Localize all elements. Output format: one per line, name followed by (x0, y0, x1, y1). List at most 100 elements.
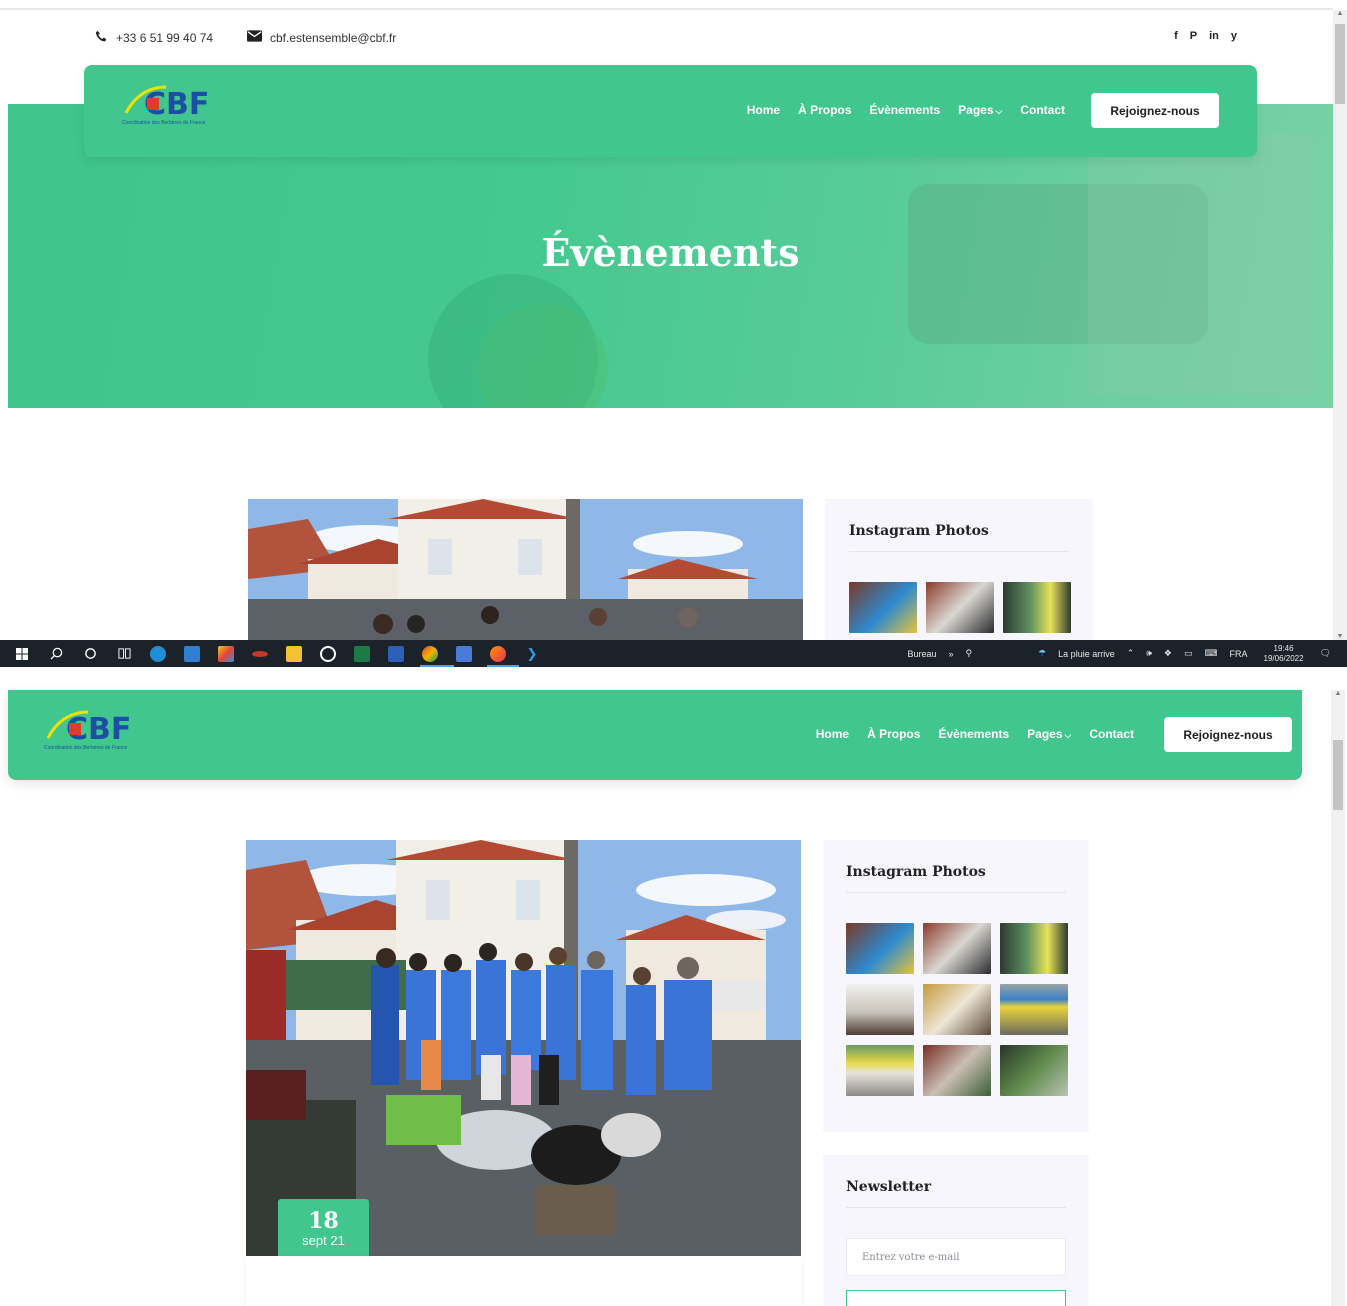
instagram-photo[interactable] (1000, 1045, 1068, 1096)
photos-icon[interactable] (218, 645, 234, 662)
windows-taskbar: ❯ Bureau » ⚲ ☂ La pluie arrive ⌃ 🕪 ❖ ▭ ⌨… (0, 640, 1347, 667)
nav-about[interactable]: À Propos (798, 103, 851, 117)
chevron-down-icon: ⌵ (995, 106, 1003, 116)
email-contact[interactable]: cbf.estensemble@cbf.fr (247, 30, 396, 45)
scrollbar[interactable]: ▲ (1331, 690, 1345, 1306)
nav-home[interactable]: Home (747, 103, 780, 117)
social-links: f P in y (1174, 30, 1237, 42)
sticky-header: CBF Coordination des Berbères de France … (8, 690, 1302, 780)
weather-label[interactable]: La pluie arrive (1058, 649, 1115, 659)
instagram-photo[interactable] (846, 1045, 914, 1096)
top-border (0, 8, 1333, 10)
windows-start-icon[interactable] (14, 646, 30, 662)
phone-contact[interactable]: +33 6 51 99 40 74 (95, 30, 213, 46)
divider (846, 1207, 1066, 1208)
logo-tagline: Coordination des Berbères de France (122, 120, 206, 126)
event-post-image[interactable]: 18 sept 21 (246, 840, 801, 1256)
page-screenshot-scrolled: CBF Coordination des Berbères de France … (0, 667, 1347, 1306)
nav-contact[interactable]: Contact (1089, 727, 1134, 741)
instagram-grid (846, 923, 1068, 1096)
instagram-widget: Instagram Photos (823, 840, 1089, 1132)
scrollbar-thumb[interactable] (1333, 740, 1343, 810)
dropbox-icon[interactable]: ❖ (1164, 648, 1172, 659)
file-explorer-icon[interactable] (286, 645, 302, 662)
phone-icon (95, 30, 108, 46)
divider (849, 551, 1069, 552)
instagram-photo[interactable] (849, 582, 917, 633)
page-screenshot-top: +33 6 51 99 40 74 cbf.estensemble@cbf.fr… (0, 0, 1347, 640)
edge-icon[interactable] (150, 645, 166, 662)
scroll-up-icon[interactable]: ▲ (1333, 10, 1347, 17)
linkedin-icon[interactable]: in (1209, 30, 1219, 42)
battery-icon[interactable]: ▭ (1184, 648, 1193, 659)
app-window-icon[interactable] (456, 645, 472, 662)
notification-icon[interactable]: 🗨 (1320, 648, 1331, 659)
instagram-widget: Instagram Photos (825, 499, 1093, 640)
join-button[interactable]: Rejoignez-nous (1164, 717, 1292, 752)
firefox-icon[interactable] (490, 645, 506, 662)
event-month: sept 21 (302, 1233, 345, 1248)
event-day: 18 (308, 1208, 339, 1234)
language-indicator[interactable]: FRA (1230, 649, 1248, 659)
logo[interactable]: CBF Coordination des Berbères de France (122, 83, 244, 126)
search-icon[interactable] (48, 646, 64, 662)
cbf-logo-icon: CBF (46, 710, 131, 744)
word-icon[interactable] (388, 645, 404, 662)
keyboard-icon[interactable]: ⌨ (1205, 648, 1218, 659)
event-post-body (246, 1256, 801, 1306)
main-nav: Home À Propos Évènements Pages ⌵ Contact (729, 103, 1065, 117)
envelope-icon (247, 30, 262, 45)
instagram-photo[interactable] (846, 923, 914, 974)
instagram-photo[interactable] (923, 1045, 991, 1096)
nav-home[interactable]: Home (816, 727, 849, 741)
system-tray: Bureau » ⚲ ☂ La pluie arrive ⌃ 🕪 ❖ ▭ ⌨ F… (901, 640, 1347, 667)
cbf-logo-icon: CBF (124, 85, 209, 119)
nav-pages[interactable]: Pages ⌵ (1027, 727, 1071, 741)
desktop-toolbar-label[interactable]: Bureau (907, 649, 936, 659)
people-icon[interactable]: ⚲ (966, 648, 973, 659)
nav-pages-label: Pages (1027, 727, 1063, 741)
instagram-photo[interactable] (1000, 984, 1068, 1035)
excel-icon[interactable] (354, 645, 370, 662)
event-post-image[interactable] (248, 499, 803, 640)
instagram-photo[interactable] (923, 923, 991, 974)
mail-icon[interactable] (184, 645, 200, 662)
divider (846, 892, 1066, 893)
facebook-icon[interactable]: f (1174, 30, 1178, 42)
instagram-photo[interactable] (1003, 582, 1071, 633)
nav-pages[interactable]: Pages ⌵ (958, 103, 1002, 117)
instagram-photo[interactable] (846, 984, 914, 1035)
instagram-photo[interactable] (1000, 923, 1068, 974)
twitter-icon[interactable]: y (1231, 30, 1237, 42)
page-title: Évènements (541, 230, 800, 275)
volume-icon[interactable]: 🕪 (1146, 648, 1152, 659)
chrome-icon[interactable] (422, 645, 438, 662)
logo[interactable]: CBF Coordination des Berbères de France (44, 708, 166, 751)
vscode-icon[interactable]: ❯ (524, 646, 540, 662)
scroll-up-icon[interactable]: ▲ (1331, 690, 1345, 697)
weather-icon[interactable]: ☂ (1038, 648, 1046, 659)
nav-events[interactable]: Évènements (869, 103, 940, 117)
instagram-photo[interactable] (923, 984, 991, 1035)
cortana-icon[interactable] (82, 646, 98, 662)
media-player-icon[interactable] (320, 645, 336, 662)
nav-events[interactable]: Évènements (938, 727, 1009, 741)
scroll-down-icon[interactable]: ▼ (1333, 633, 1347, 640)
scrollbar[interactable]: ▲ ▼ (1333, 10, 1347, 640)
clock-time: 19:46 (1273, 643, 1294, 653)
pinterest-icon[interactable]: P (1190, 30, 1197, 42)
toolbar-chevron-icon[interactable]: » (948, 649, 953, 659)
newsletter-submit-button[interactable] (846, 1290, 1066, 1306)
join-button[interactable]: Rejoignez-nous (1091, 93, 1219, 128)
logo-tagline: Coordination des Berbères de France (44, 745, 128, 751)
scrollbar-thumb[interactable] (1335, 24, 1345, 104)
newsletter-email-input[interactable]: Entrez votre e-mail (846, 1238, 1066, 1276)
task-view-icon[interactable] (116, 646, 132, 662)
tray-chevron-icon[interactable]: ⌃ (1127, 648, 1135, 659)
nav-about[interactable]: À Propos (867, 727, 920, 741)
clock[interactable]: 19:46 19/06/2022 (1264, 644, 1304, 664)
app-icon[interactable] (252, 650, 268, 657)
instagram-photo[interactable] (926, 582, 994, 633)
nav-contact[interactable]: Contact (1020, 103, 1065, 117)
main-nav: Home À Propos Évènements Pages ⌵ Contact (798, 727, 1134, 741)
